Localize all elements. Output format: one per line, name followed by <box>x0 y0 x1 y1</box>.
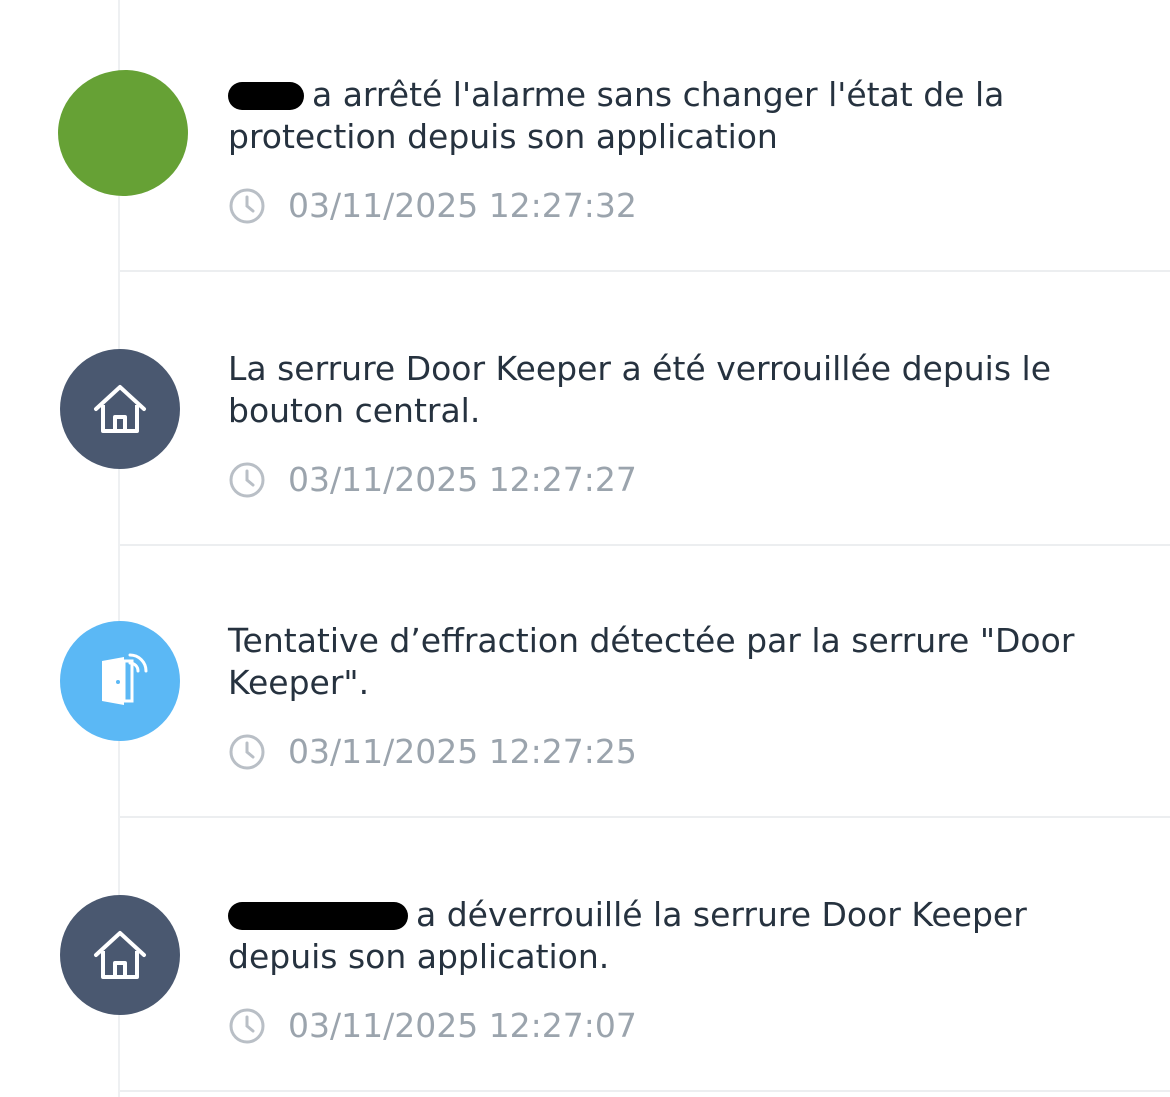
door-alert-icon <box>102 653 148 705</box>
clock-icon <box>229 1008 265 1043</box>
timestamp-text: 03/11/2025 12:27:27 <box>288 460 637 499</box>
timestamp-text: 03/11/2025 12:27:25 <box>288 732 637 771</box>
event-message: a déverrouillé la serrure Door Keeper de… <box>228 894 1108 978</box>
user-avatar <box>58 70 188 196</box>
event-message: Tentative d’effraction détectée par la s… <box>228 621 1075 702</box>
event-timestamp: 03/11/2025 12:27:25 <box>228 732 637 771</box>
event-item[interactable]: Tentative d’effraction détectée par la s… <box>0 546 1170 818</box>
home-icon <box>94 931 146 979</box>
alert-badge <box>60 621 180 741</box>
event-timestamp: 03/11/2025 12:27:32 <box>228 186 637 225</box>
divider <box>120 1090 1170 1092</box>
event-history-feed: a arrêté l'alarme sans changer l'état de… <box>0 0 1170 1097</box>
divider <box>120 816 1170 818</box>
divider <box>120 270 1170 272</box>
timestamp-text: 03/11/2025 12:27:07 <box>288 1006 637 1045</box>
event-timestamp: 03/11/2025 12:27:07 <box>228 1006 637 1045</box>
event-message-text: a arrêté l'alarme sans changer l'état de… <box>228 75 1005 156</box>
event-item[interactable]: a arrêté l'alarme sans changer l'état de… <box>0 0 1170 272</box>
home-badge <box>60 349 180 469</box>
event-item[interactable]: La serrure Door Keeper a été verrouillée… <box>0 274 1170 546</box>
timestamp-text: 03/11/2025 12:27:32 <box>288 186 637 225</box>
redacted-username <box>228 902 408 930</box>
home-icon <box>94 385 146 433</box>
clock-icon <box>229 188 265 223</box>
event-message: La serrure Door Keeper a été verrouillée… <box>228 349 1052 430</box>
clock-icon <box>229 462 265 497</box>
event-message: a arrêté l'alarme sans changer l'état de… <box>228 74 1108 158</box>
event-item[interactable]: a déverrouillé la serrure Door Keeper de… <box>0 820 1170 1092</box>
redacted-username <box>228 82 304 110</box>
home-badge <box>60 895 180 1015</box>
clock-icon <box>229 734 265 769</box>
event-timestamp: 03/11/2025 12:27:27 <box>228 460 637 499</box>
